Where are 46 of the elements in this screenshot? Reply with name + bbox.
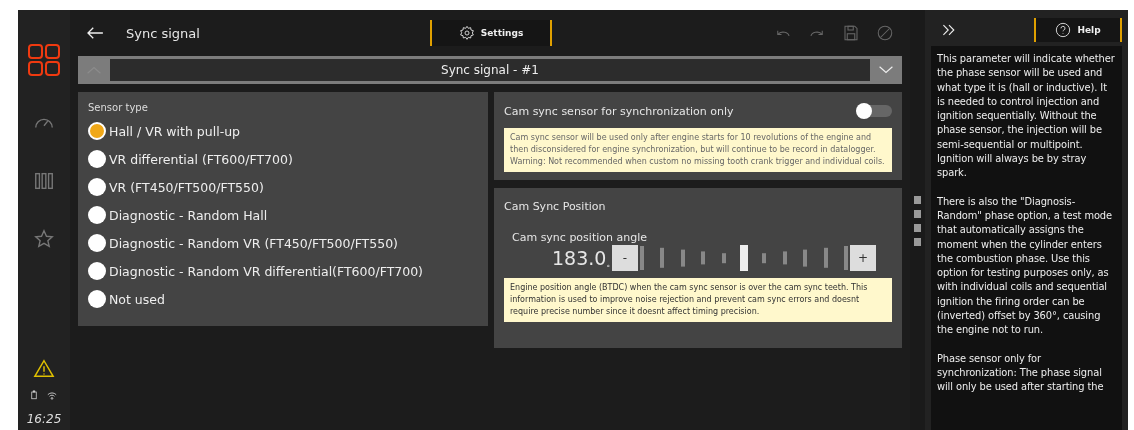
cancel-icon[interactable] [876,24,894,42]
increase-button[interactable]: + [849,245,876,271]
back-arrow-icon[interactable] [86,26,104,40]
clock-time: 16:25 [26,412,62,426]
battery-icon [31,390,37,400]
star-icon[interactable] [33,228,55,250]
field-label: Cam sync position angle [512,231,648,244]
decrease-button[interactable]: - [611,245,638,271]
info-note: Engine position angle (BTDC) when the cam sync sensor is over the cam sync teeth. This information is used to improve noise rejection and prevent cam sync errors and doesnt require precise number since it doesnt affect timing precision. [504,278,892,322]
instance-dropdown[interactable]: Sync signal - #1 [110,59,870,81]
help-paragraph: This parameter will indicate whether the phase sensor will be used and what type it is (hall or inductive). It is needed to control injection and ignition sequentially. Without the phase sensor, the injection will be semi-sequential or multipoint. Ignition will always be by stray spark. [937,52,1116,181]
radio-button[interactable] [88,122,106,140]
gear-icon [458,25,475,41]
double-chevron-icon[interactable] [941,23,957,37]
settings-tab[interactable]: Settings [430,20,552,46]
option-label: Diagnostic - Random VR (FT450/FT500/FT550) [109,235,398,251]
option-label: Hall / VR with pull-up [109,123,241,139]
save-icon[interactable] [842,24,860,42]
columns-icon[interactable] [33,170,55,192]
radio-button[interactable] [88,262,106,280]
question-icon [1055,22,1072,38]
help-paragraph: There is also the "Diagnosis-Random" phase option, a test mode that automatically assigns the moment when the cylinder enters the combustion phase. Use this option for testing purposes only, as with individual coils and sequential ignition the firing order can be (inverted) offset by 360°, causing the engine not to run. [937,194,1113,338]
radio-button[interactable] [88,178,106,196]
radio-button[interactable] [88,290,106,308]
option-label: Diagnostic - Random VR differential(FT600/FT700) [109,263,423,279]
radio-button[interactable] [88,150,106,168]
wifi-icon [47,390,57,400]
info-note: Cam sync sensor will be used only after engine starts for 10 revolutions of the engine and then disconsidered for engine synchronization, but will continue to be record in datalogger. Warning: Not recommended when custom no missing tooth crank trigger and individual coils. [504,128,892,172]
section-title: Cam Sync Position [504,200,607,213]
angle-value: 183.0 [552,247,607,269]
radio-button[interactable] [88,234,106,252]
chevron-down-icon [878,65,894,75]
page-title: Sync signal [126,25,201,41]
option-label: VR differential (FT600/FT700) [109,151,293,167]
help-paragraph: Phase sensor only for synchronization: The phase signal will only be used after starting the [937,351,1105,395]
apps-icon[interactable] [28,44,60,76]
setting-label: Cam sync sensor for synchronization only [504,104,734,118]
toggle-switch[interactable] [858,105,892,117]
radio-button[interactable] [88,206,106,224]
option-label: Not used [109,291,165,307]
warning-icon[interactable] [33,358,55,380]
option-label: VR (FT450/FT500/FT550) [109,179,264,195]
section-title: Sensor type [88,102,149,113]
option-label: Diagnostic - Random Hall [109,207,268,223]
help-tab[interactable]: Help [1034,18,1122,42]
angle-slider[interactable] [641,245,846,271]
